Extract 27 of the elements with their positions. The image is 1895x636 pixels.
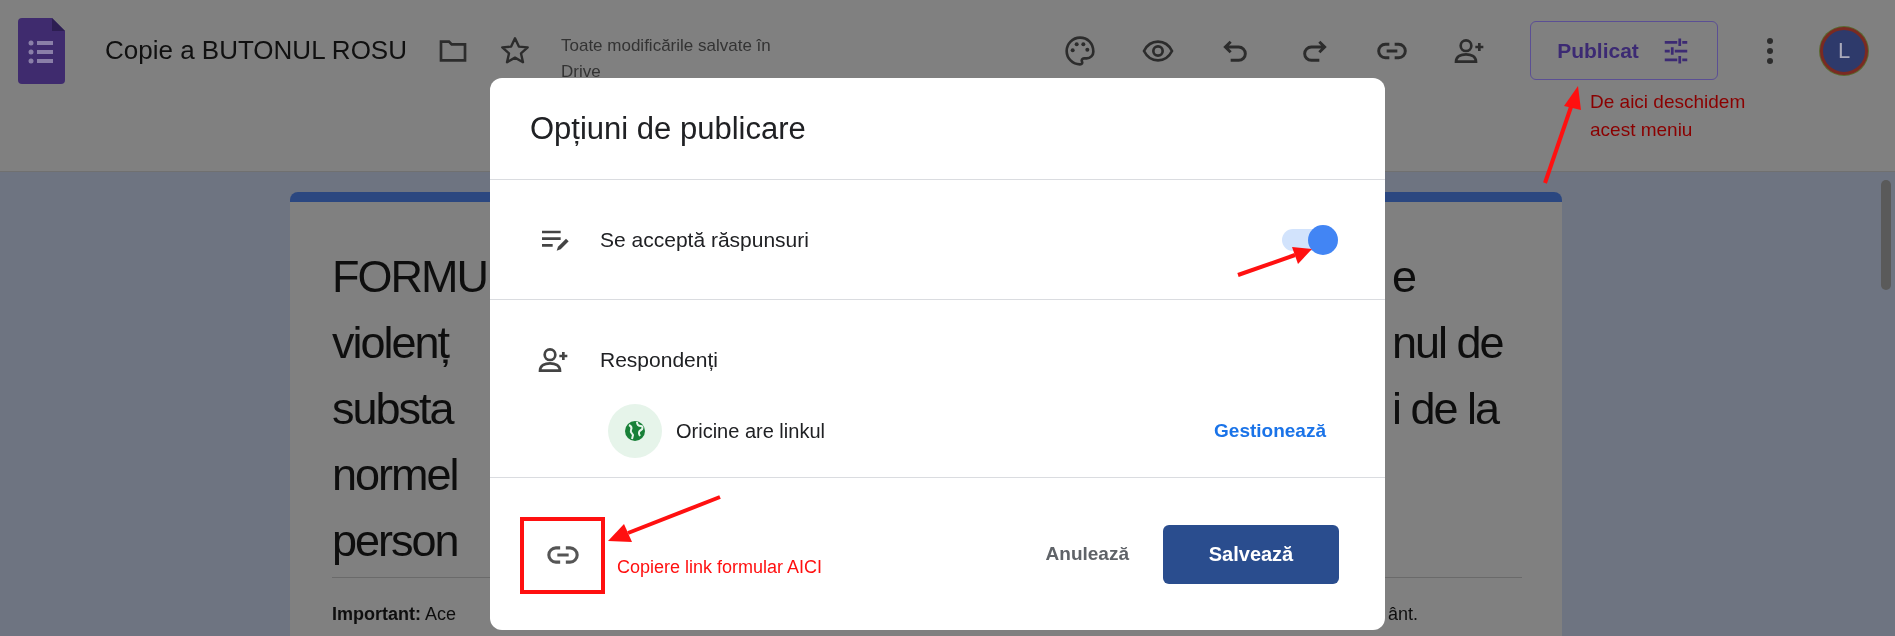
form-title-text: normel [332, 448, 458, 502]
accept-responses-label: Se acceptă răspunsuri [600, 227, 809, 252]
form-title-text: FORMU [332, 250, 487, 304]
cancel-button[interactable]: Anulează [1041, 533, 1133, 575]
save-button[interactable]: Salvează [1163, 524, 1339, 584]
annotation-text: De aici deschidem acest meniu [1590, 90, 1747, 142]
document-title[interactable]: Copie a BUTONUL ROSU [105, 35, 407, 66]
form-title-text: i de la [1392, 382, 1499, 436]
forms-logo-icon[interactable] [18, 17, 65, 84]
scrollbar[interactable] [1881, 180, 1891, 290]
form-title-text: substa [332, 382, 453, 436]
globe-icon [608, 404, 662, 458]
form-title-text: nul de [1392, 316, 1503, 370]
form-title-text: person [332, 514, 458, 568]
palette-icon[interactable] [1064, 34, 1096, 67]
more-icon[interactable] [1766, 36, 1774, 65]
annotation-text: Copiere link formular AICI [617, 556, 823, 578]
publish-button[interactable]: Publicat [1530, 21, 1718, 80]
form-description: ânt. [1388, 603, 1419, 626]
form-title-text: e [1392, 250, 1416, 304]
form-description: Important: Ace [332, 603, 457, 626]
manage-link[interactable]: Gestionează [1214, 420, 1326, 442]
avatar[interactable]: L [1820, 26, 1868, 75]
form-title-text: violenț [332, 316, 449, 370]
respondents-label: Respondenți [600, 348, 718, 372]
access-label: Oricine are linkul [676, 419, 825, 443]
dialog-title: Opțiuni de publicare [490, 78, 1385, 180]
